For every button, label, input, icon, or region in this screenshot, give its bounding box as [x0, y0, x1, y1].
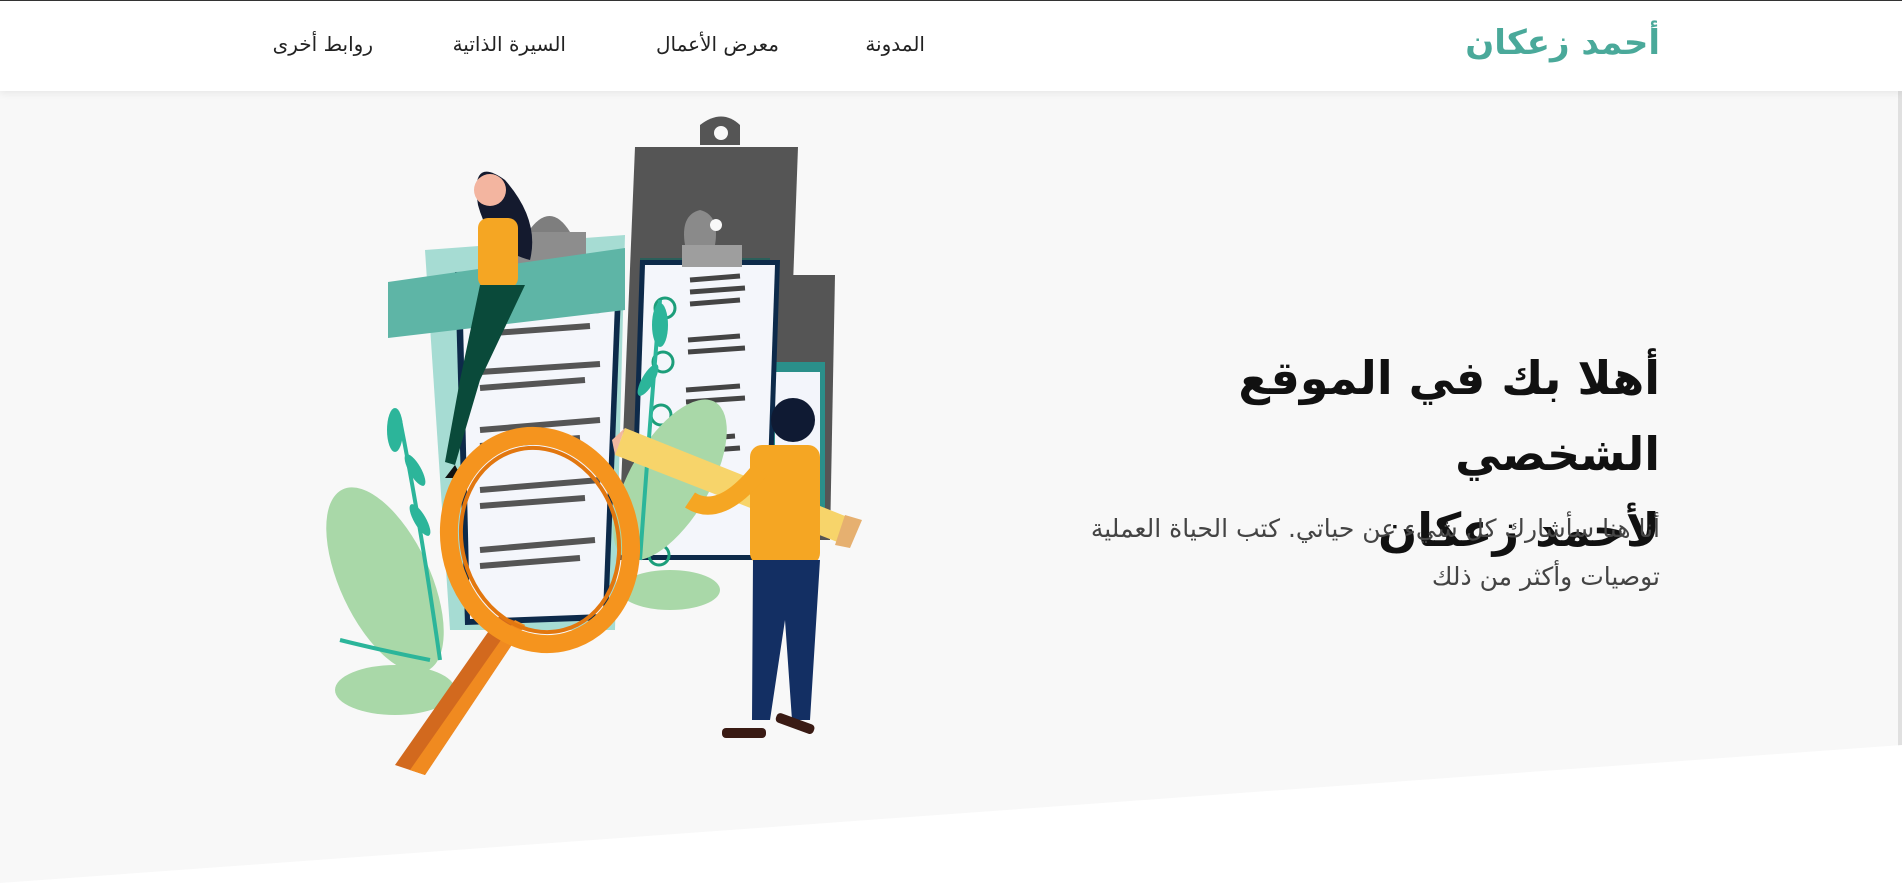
- top-navbar: أحمد زعكان المدونة معرض الأعمال السيرة ا…: [0, 0, 1902, 91]
- bottom-decorative-shape: [0, 745, 1902, 883]
- nav-item-portfolio[interactable]: معرض الأعمال: [656, 32, 779, 56]
- hero-illustration: [326, 116, 862, 775]
- nav-item-resume[interactable]: السيرة الذاتية: [453, 32, 566, 56]
- nav-item-other-links[interactable]: روابط أخرى: [273, 32, 373, 56]
- hero-description: أنا هنا سأشارك كل شيء عن حياتي. كتب الحي…: [1090, 514, 1660, 591]
- nav-item-blog[interactable]: المدونة: [865, 32, 925, 56]
- hero-title-line1: أهلا بك في الموقع الشخصي: [1238, 351, 1660, 481]
- brand-logo-link[interactable]: أحمد زعكان: [1465, 23, 1660, 63]
